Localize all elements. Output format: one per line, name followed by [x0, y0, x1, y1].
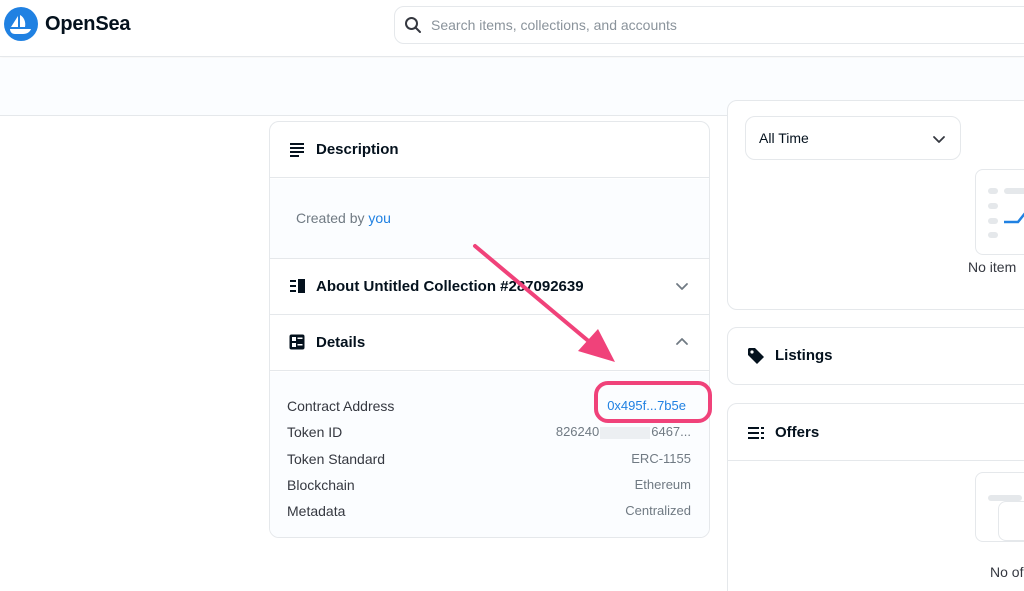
time-range-select[interactable]: All Time: [745, 116, 961, 160]
offers-card: Offers No of: [727, 403, 1024, 591]
chevron-down-icon: [933, 136, 945, 143]
list-icon: [748, 427, 764, 439]
offers-title: Offers: [775, 424, 820, 441]
listings-title: Listings: [775, 347, 833, 364]
empty-offers-placeholder-icon: [975, 472, 1024, 542]
price-history-empty-text: No item: [968, 259, 1017, 275]
listings-card[interactable]: Listings: [727, 327, 1024, 385]
tag-icon: [748, 348, 764, 364]
empty-chart-placeholder-icon: [975, 169, 1024, 255]
time-range-value: All Time: [759, 130, 809, 146]
offers-empty-text: No of: [990, 564, 1024, 580]
offers-header[interactable]: Offers: [728, 404, 1024, 461]
annotation-highlight: [594, 381, 712, 423]
